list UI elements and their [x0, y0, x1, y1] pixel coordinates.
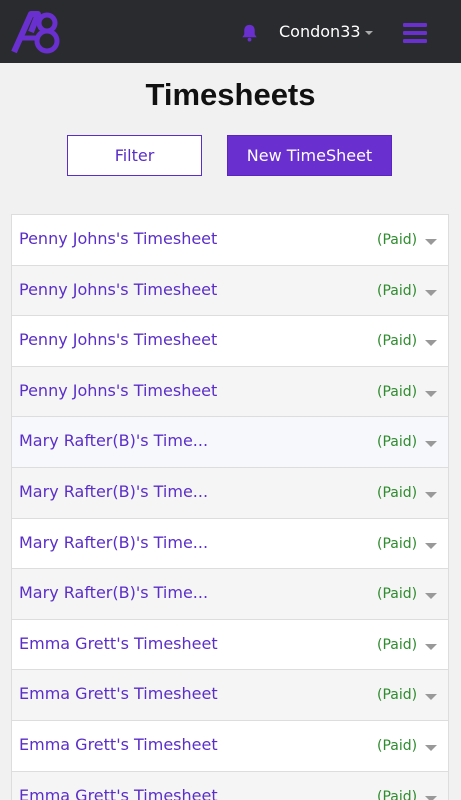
navbar: Condon33: [0, 0, 461, 63]
status-badge: (Paid): [377, 788, 418, 800]
list-item[interactable]: Penny Johns's Timesheet (Paid): [12, 366, 448, 418]
chevron-down-icon[interactable]: [425, 795, 437, 800]
timesheet-list: Penny Johns's Timesheet (Paid) Penny Joh…: [11, 214, 449, 800]
chevron-down-icon[interactable]: [425, 694, 437, 701]
filter-button[interactable]: Filter: [67, 135, 202, 176]
status-badge: (Paid): [377, 333, 418, 350]
user-menu[interactable]: Condon33: [279, 21, 373, 43]
chevron-down-icon[interactable]: [425, 593, 437, 600]
list-item[interactable]: Mary Rafter(B)'s Time... (Paid): [12, 519, 448, 570]
chevron-down-icon: [364, 31, 373, 35]
timesheet-name[interactable]: Emma Grett's Timesheet: [19, 785, 218, 800]
list-item[interactable]: Emma Grett's Timesheet (Paid): [12, 721, 448, 772]
timesheet-name[interactable]: Mary Rafter(B)'s Time...: [19, 532, 208, 554]
list-item[interactable]: Mary Rafter(B)'s Time... (Paid): [12, 569, 448, 620]
status-badge: (Paid): [377, 282, 418, 299]
hamburger-icon[interactable]: [403, 23, 427, 43]
chevron-down-icon[interactable]: [425, 744, 437, 751]
new-timesheet-button[interactable]: New TimeSheet: [227, 135, 392, 176]
chevron-down-icon[interactable]: [425, 340, 437, 347]
status-badge: (Paid): [377, 383, 418, 400]
list-item[interactable]: Penny Johns's Timesheet (Paid): [12, 316, 448, 367]
chevron-down-icon[interactable]: [425, 441, 437, 448]
status-badge: (Paid): [377, 636, 418, 653]
list-item[interactable]: Emma Grett's Timesheet (Paid): [12, 670, 448, 721]
timesheet-name[interactable]: Mary Rafter(B)'s Time...: [19, 582, 208, 604]
page-title: Timesheets: [145, 77, 316, 112]
list-item[interactable]: Mary Rafter(B)'s Time... (Paid): [12, 467, 448, 519]
timesheet-name[interactable]: Emma Grett's Timesheet: [19, 683, 218, 705]
chevron-down-icon[interactable]: [425, 289, 437, 296]
chevron-down-icon[interactable]: [425, 643, 437, 650]
timesheet-name[interactable]: Emma Grett's Timesheet: [19, 734, 218, 756]
app-logo[interactable]: [11, 10, 63, 54]
chevron-down-icon[interactable]: [425, 491, 437, 498]
timesheet-name[interactable]: Penny Johns's Timesheet: [19, 329, 217, 351]
status-badge: (Paid): [377, 687, 418, 704]
timesheet-name[interactable]: Penny Johns's Timesheet: [19, 228, 217, 250]
list-item[interactable]: Emma Grett's Timesheet (Paid): [12, 771, 448, 800]
status-badge: (Paid): [377, 434, 418, 451]
timesheet-name[interactable]: Mary Rafter(B)'s Time...: [19, 481, 208, 503]
list-item[interactable]: Penny Johns's Timesheet (Paid): [12, 265, 448, 317]
status-badge: (Paid): [377, 586, 418, 603]
status-badge: (Paid): [377, 535, 418, 552]
chevron-down-icon[interactable]: [425, 390, 437, 397]
list-item[interactable]: Mary Rafter(B)'s Time... (Paid): [12, 417, 448, 468]
chevron-down-icon[interactable]: [425, 542, 437, 549]
bell-icon[interactable]: [240, 23, 259, 42]
chevron-down-icon[interactable]: [425, 239, 437, 245]
timesheet-name[interactable]: Penny Johns's Timesheet: [19, 380, 217, 402]
list-item[interactable]: Penny Johns's Timesheet (Paid): [12, 215, 448, 266]
list-item[interactable]: Emma Grett's Timesheet (Paid): [12, 620, 448, 671]
timesheet-name[interactable]: Emma Grett's Timesheet: [19, 633, 218, 655]
status-badge: (Paid): [377, 232, 418, 248]
username-label: Condon33: [279, 22, 361, 41]
status-badge: (Paid): [377, 484, 418, 501]
timesheet-name[interactable]: Penny Johns's Timesheet: [19, 279, 217, 301]
timesheet-name[interactable]: Mary Rafter(B)'s Time...: [19, 430, 208, 452]
status-badge: (Paid): [377, 737, 418, 754]
